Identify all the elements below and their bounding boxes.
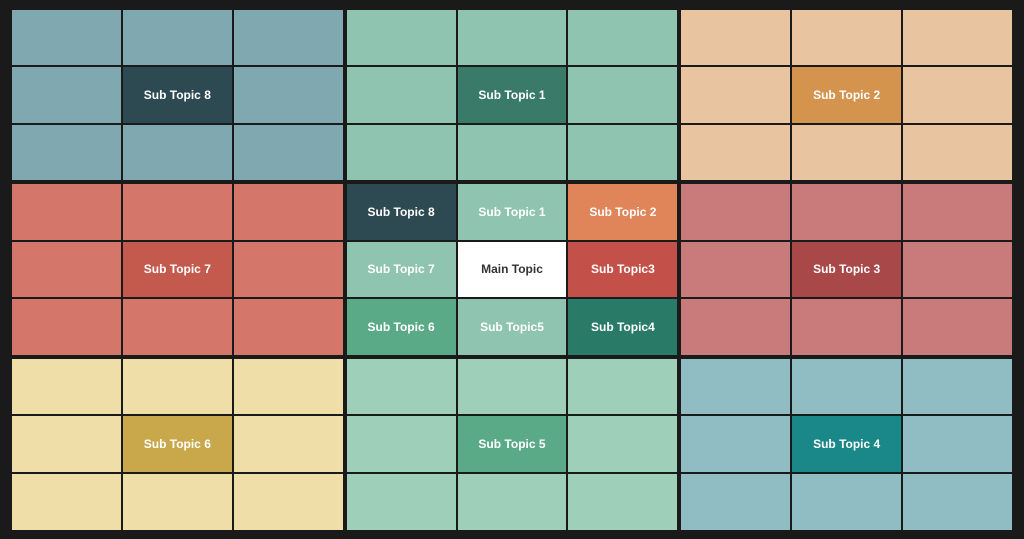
cell-6-2 bbox=[792, 184, 901, 240]
cell-subtopic3-center: Sub Topic3 bbox=[568, 242, 677, 298]
panel-subtopic4: Sub Topic 4 bbox=[681, 359, 1012, 530]
cell-3-7 bbox=[681, 125, 790, 181]
cell-3-8 bbox=[792, 125, 901, 181]
cell-9-4 bbox=[681, 416, 790, 472]
cell-3-4 bbox=[681, 67, 790, 123]
cell-main-topic: Main Topic bbox=[458, 242, 567, 298]
cell-subtopic8-label: Sub Topic 8 bbox=[123, 67, 232, 123]
cell-8-7 bbox=[347, 474, 456, 530]
panel-subtopic7: Sub Topic 7 bbox=[12, 184, 343, 355]
cell-subtopic6-center: Sub Topic 6 bbox=[347, 299, 456, 355]
cell-7-1 bbox=[12, 359, 121, 415]
panel-subtopic8: Sub Topic 8 bbox=[12, 10, 343, 181]
cell-7-8 bbox=[123, 474, 232, 530]
cell-4-8 bbox=[123, 299, 232, 355]
cell-9-1 bbox=[681, 359, 790, 415]
cell-2-9 bbox=[568, 125, 677, 181]
cell-1-7 bbox=[12, 125, 121, 181]
cell-7-4 bbox=[12, 416, 121, 472]
cell-subtopic7-center: Sub Topic 7 bbox=[347, 242, 456, 298]
cell-subtopic1-center: Sub Topic 1 bbox=[458, 184, 567, 240]
cell-8-4 bbox=[347, 416, 456, 472]
cell-6-6 bbox=[903, 242, 1012, 298]
cell-4-9 bbox=[234, 299, 343, 355]
cell-subtopic3-label: Sub Topic 3 bbox=[792, 242, 901, 298]
mind-map-grid: Sub Topic 8 Sub Topic 1 Sub Topic 2 Su bbox=[12, 10, 1012, 530]
cell-subtopic6-label: Sub Topic 6 bbox=[123, 416, 232, 472]
cell-subtopic5-center: Sub Topic5 bbox=[458, 299, 567, 355]
cell-subtopic5-label: Sub Topic 5 bbox=[458, 416, 567, 472]
cell-4-7 bbox=[12, 299, 121, 355]
cell-1-6 bbox=[234, 67, 343, 123]
cell-8-3 bbox=[568, 359, 677, 415]
panel-subtopic1: Sub Topic 1 bbox=[347, 10, 678, 181]
cell-subtopic4-label: Sub Topic 4 bbox=[792, 416, 901, 472]
cell-7-7 bbox=[12, 474, 121, 530]
cell-6-1 bbox=[681, 184, 790, 240]
cell-4-2 bbox=[123, 184, 232, 240]
cell-3-9 bbox=[903, 125, 1012, 181]
cell-9-7 bbox=[681, 474, 790, 530]
cell-4-1 bbox=[12, 184, 121, 240]
cell-9-6 bbox=[903, 416, 1012, 472]
cell-1-4 bbox=[12, 67, 121, 123]
cell-subtopic2-label: Sub Topic 2 bbox=[792, 67, 901, 123]
cell-8-9 bbox=[568, 474, 677, 530]
cell-subtopic2-center: Sub Topic 2 bbox=[568, 184, 677, 240]
cell-7-2 bbox=[123, 359, 232, 415]
cell-6-9 bbox=[903, 299, 1012, 355]
panel-subtopic5: Sub Topic 5 bbox=[347, 359, 678, 530]
cell-2-6 bbox=[568, 67, 677, 123]
panel-subtopic6: Sub Topic 6 bbox=[12, 359, 343, 530]
cell-1-8 bbox=[123, 125, 232, 181]
cell-7-3 bbox=[234, 359, 343, 415]
cell-6-7 bbox=[681, 299, 790, 355]
cell-3-1 bbox=[681, 10, 790, 66]
cell-3-2 bbox=[792, 10, 901, 66]
cell-6-4 bbox=[681, 242, 790, 298]
panel-subtopic2: Sub Topic 2 bbox=[681, 10, 1012, 181]
cell-2-2 bbox=[458, 10, 567, 66]
cell-2-8 bbox=[458, 125, 567, 181]
cell-2-1 bbox=[347, 10, 456, 66]
cell-2-3 bbox=[568, 10, 677, 66]
cell-1-2 bbox=[123, 10, 232, 66]
cell-subtopic4-center: Sub Topic4 bbox=[568, 299, 677, 355]
cell-7-9 bbox=[234, 474, 343, 530]
cell-9-8 bbox=[792, 474, 901, 530]
cell-6-8 bbox=[792, 299, 901, 355]
cell-subtopic7-label: Sub Topic 7 bbox=[123, 242, 232, 298]
panel-main: Sub Topic 8 Sub Topic 1 Sub Topic 2 Sub … bbox=[347, 184, 678, 355]
cell-7-6 bbox=[234, 416, 343, 472]
cell-subtopic1-label: Sub Topic 1 bbox=[458, 67, 567, 123]
cell-subtopic8-center: Sub Topic 8 bbox=[347, 184, 456, 240]
cell-1-1 bbox=[12, 10, 121, 66]
cell-1-9 bbox=[234, 125, 343, 181]
cell-9-9 bbox=[903, 474, 1012, 530]
panel-subtopic3: Sub Topic 3 bbox=[681, 184, 1012, 355]
cell-3-3 bbox=[903, 10, 1012, 66]
cell-4-4 bbox=[12, 242, 121, 298]
cell-9-3 bbox=[903, 359, 1012, 415]
cell-8-2 bbox=[458, 359, 567, 415]
cell-9-2 bbox=[792, 359, 901, 415]
cell-2-4 bbox=[347, 67, 456, 123]
cell-2-7 bbox=[347, 125, 456, 181]
cell-8-1 bbox=[347, 359, 456, 415]
cell-6-3 bbox=[903, 184, 1012, 240]
cell-3-6 bbox=[903, 67, 1012, 123]
cell-8-6 bbox=[568, 416, 677, 472]
cell-1-3 bbox=[234, 10, 343, 66]
cell-8-8 bbox=[458, 474, 567, 530]
cell-4-6 bbox=[234, 242, 343, 298]
cell-4-3 bbox=[234, 184, 343, 240]
